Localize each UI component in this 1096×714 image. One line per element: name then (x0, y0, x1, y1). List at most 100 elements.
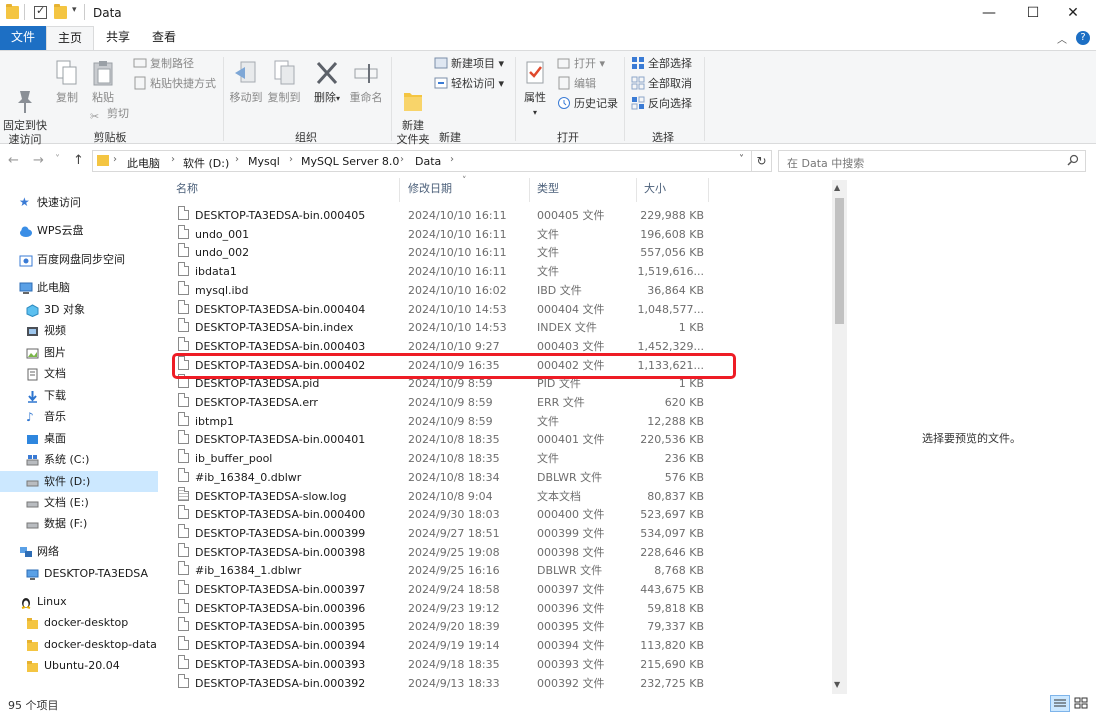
move-to-button[interactable]: 移动到 (228, 59, 264, 105)
breadcrumb-drive-d[interactable]: 软件 (D:) (183, 155, 229, 171)
nav-this-pc[interactable]: 此电脑 (0, 277, 158, 298)
up-button[interactable]: ↑ (73, 153, 84, 168)
table-row[interactable]: DESKTOP-TA3EDSA-bin.000392 2024/9/13 18:3… (172, 673, 712, 693)
minimize-button[interactable]: — (966, 0, 1012, 26)
table-row[interactable]: DESKTOP-TA3EDSA-bin.000398 2024/9/25 19:0… (172, 542, 712, 562)
column-header-date[interactable]: 修改日期 (408, 178, 452, 200)
large-icons-view-button[interactable] (1072, 695, 1092, 712)
table-row[interactable]: #ib_16384_1.dblwr 2024/9/25 16:16 DBLWR 文件… (172, 561, 712, 580)
table-row[interactable]: DESKTOP-TA3EDSA-bin.000401 2024/10/8 18:3… (172, 430, 712, 449)
address-dropdown-icon[interactable]: ˅ (739, 154, 744, 165)
close-button[interactable]: ✕ (1050, 0, 1096, 26)
table-row[interactable]: mysql.ibd 2024/10/10 16:02 IBD 文件 36,864 KB (172, 280, 712, 300)
column-divider[interactable] (636, 178, 637, 202)
nav-videos[interactable]: 视频 (0, 320, 158, 341)
nav-documents[interactable]: 文档 (0, 363, 158, 384)
delete-button[interactable]: 删除▾ (312, 59, 342, 106)
breadcrumb-mysql[interactable]: Mysql (248, 155, 280, 168)
column-header-size[interactable]: 大小 (644, 178, 666, 200)
nav-3d-objects[interactable]: 3D 对象 (0, 299, 158, 320)
nav-linux[interactable]: Linux (0, 591, 158, 612)
paste-shortcut-button[interactable]: 粘贴快捷方式 (133, 75, 216, 93)
table-row[interactable]: undo_001 2024/10/10 16:11 文件 196,608 KB (172, 224, 712, 244)
table-row[interactable]: DESKTOP-TA3EDSA-bin.000400 2024/9/30 18:0… (172, 505, 712, 524)
table-row[interactable]: DESKTOP-TA3EDSA-bin.000393 2024/9/18 18:3… (172, 654, 712, 674)
forward-button[interactable]: → (33, 153, 44, 168)
back-button[interactable]: ← (8, 153, 19, 168)
collapse-ribbon-icon[interactable]: ︿ (1057, 31, 1067, 46)
help-icon[interactable]: ? (1076, 31, 1090, 45)
customize-quick-access-icon[interactable]: ▾ (72, 5, 77, 15)
nav-drive-e[interactable]: 文档 (E:) (0, 492, 158, 513)
copy-path-button[interactable]: 复制路径 (133, 55, 194, 73)
new-folder-quick-icon[interactable] (54, 4, 67, 19)
scrollbar-thumb[interactable] (835, 198, 844, 324)
nav-quick-access[interactable]: ★ 快速访问 (0, 192, 158, 213)
select-all-button[interactable]: 全部选择 (631, 55, 692, 73)
scroll-down-icon[interactable]: ▼ (834, 680, 840, 689)
table-row[interactable]: ibdata1 2024/10/10 16:11 文件 1,519,616... (172, 262, 712, 281)
tab-share[interactable]: 共享 (98, 26, 138, 50)
search-icon[interactable] (1067, 154, 1079, 166)
select-none-button[interactable]: 全部取消 (631, 75, 692, 93)
nav-docker-desktop-data[interactable]: docker-desktop-data (0, 634, 158, 655)
breadcrumb-this-pc[interactable]: 此电脑 (127, 155, 160, 171)
new-item-button[interactable]: 新建项目 ▾ (434, 55, 504, 73)
column-header-type[interactable]: 类型 (537, 178, 559, 200)
table-row[interactable]: undo_002 2024/10/10 16:11 文件 557,056 KB (172, 243, 712, 262)
pin-quick-access-button[interactable]: 固定到快 速访问 (2, 59, 48, 147)
tab-file[interactable]: 文件 (0, 26, 46, 50)
nav-ubuntu[interactable]: Ubuntu-20.04 (0, 655, 158, 676)
nav-network-desktop[interactable]: DESKTOP-TA3EDSA (0, 563, 158, 584)
rename-button[interactable]: 重命名 (346, 59, 386, 105)
table-row[interactable]: DESKTOP-TA3EDSA-bin.000405 2024/10/10 16:… (172, 206, 712, 225)
nav-music[interactable]: ♪ 音乐 (0, 406, 158, 427)
table-row[interactable]: DESKTOP-TA3EDSA-bin.000395 2024/9/20 18:3… (172, 617, 712, 636)
tab-home[interactable]: 主页 (46, 26, 94, 50)
table-row[interactable]: DESKTOP-TA3EDSA.err 2024/10/9 8:59 ERR 文件 6… (172, 393, 712, 412)
table-row[interactable]: ib_buffer_pool 2024/10/8 18:35 文件 236 KB (172, 449, 712, 468)
nav-downloads[interactable]: 下载 (0, 385, 158, 406)
table-row[interactable]: DESKTOP-TA3EDSA-bin.000396 2024/9/23 19:1… (172, 598, 712, 618)
easy-access-button[interactable]: 轻松访问 ▾ (434, 75, 504, 93)
new-folder-button[interactable]: 新建 文件夹 (394, 59, 432, 147)
refresh-button[interactable]: ↻ (752, 150, 772, 172)
vertical-scrollbar[interactable]: ▲ ▼ (832, 180, 847, 694)
tab-view[interactable]: 查看 (144, 26, 184, 50)
column-divider[interactable] (708, 178, 709, 202)
copy-to-button[interactable]: 复制到 (266, 59, 302, 105)
breadcrumb-data[interactable]: Data (415, 155, 441, 168)
scroll-up-icon[interactable]: ▲ (834, 183, 840, 192)
column-header-name[interactable]: 名称 (176, 178, 198, 200)
nav-pictures[interactable]: 图片 (0, 342, 158, 363)
nav-docker-desktop[interactable]: docker-desktop (0, 612, 158, 633)
table-row[interactable]: DESKTOP-TA3EDSA-bin.000397 2024/9/24 18:5… (172, 580, 712, 599)
nav-network[interactable]: 网络 (0, 541, 158, 562)
edit-button[interactable]: 编辑 (557, 75, 596, 93)
table-row[interactable]: DESKTOP-TA3EDSA-bin.000399 2024/9/27 18:5… (172, 523, 712, 543)
details-view-button[interactable] (1050, 695, 1070, 712)
history-button[interactable]: 历史记录 (557, 95, 618, 113)
nav-drive-f[interactable]: 数据 (F:) (0, 513, 158, 534)
invert-selection-button[interactable]: 反向选择 (631, 95, 692, 113)
search-input[interactable]: 在 Data 中搜索 (778, 150, 1086, 172)
column-divider[interactable] (529, 178, 530, 202)
nav-desktop[interactable]: 桌面 (0, 428, 158, 449)
table-row[interactable]: DESKTOP-TA3EDSA-bin.000404 2024/10/10 14:… (172, 299, 712, 319)
cut-button[interactable]: ✂ 剪切 (90, 105, 129, 123)
open-button[interactable]: 打开 ▾ (557, 55, 605, 73)
recent-locations-button[interactable]: ˅ (55, 154, 60, 165)
properties-button[interactable]: 属性 ▾ (518, 59, 552, 120)
nav-drive-d[interactable]: 软件 (D:) (0, 471, 158, 492)
address-bar[interactable]: › 此电脑 › 软件 (D:) › Mysql › MySQL Server 8… (92, 150, 752, 172)
properties-quick-icon[interactable] (34, 4, 47, 19)
nav-wps-cloud[interactable]: WPS云盘 (0, 220, 158, 241)
table-row[interactable]: DESKTOP-TA3EDSA-bin.000394 2024/9/19 19:1… (172, 636, 712, 655)
column-divider[interactable] (399, 178, 400, 202)
breadcrumb-mysql-server[interactable]: MySQL Server 8.0 (301, 155, 399, 168)
copy-button[interactable]: 复制 (52, 59, 82, 105)
table-row[interactable]: DESKTOP-TA3EDSA-bin.index 2024/10/10 14:5… (172, 318, 712, 337)
nav-baidu-sync[interactable]: 百度网盘同步空间 (0, 249, 158, 270)
paste-button[interactable]: 粘贴 (88, 59, 118, 105)
table-row[interactable]: ibtmp1 2024/10/9 8:59 文件 12,288 KB (172, 411, 712, 431)
